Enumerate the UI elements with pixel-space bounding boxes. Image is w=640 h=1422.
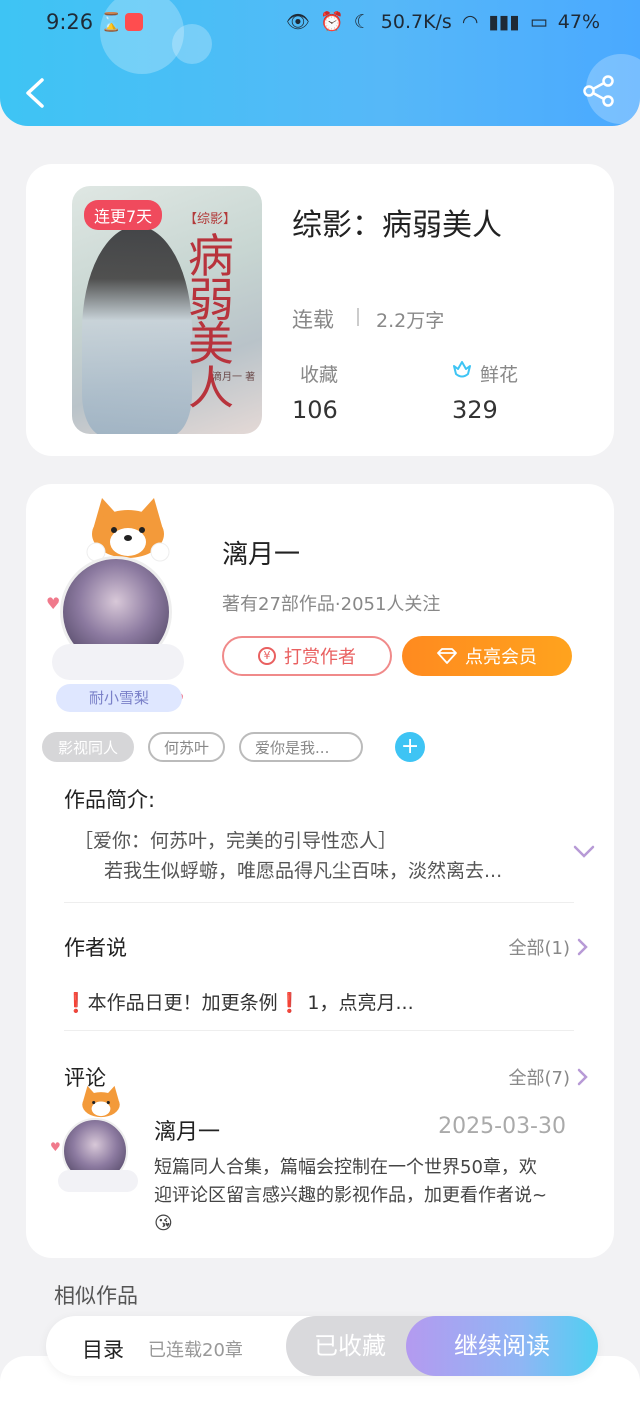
reward-author-button[interactable]: ¥ 打赏作者 — [222, 636, 392, 676]
chapter-count[interactable]: 已连载20章 — [148, 1336, 243, 1362]
corgi-frame-icon — [86, 498, 170, 562]
all-label: 全部(1) — [508, 938, 571, 959]
add-tag-button[interactable]: + — [395, 732, 426, 762]
flower-icon — [453, 361, 471, 378]
chevron-down-icon[interactable] — [572, 844, 596, 860]
tag-list: 影视同人 何苏叶 爱你是我... + — [42, 732, 426, 762]
divider — [64, 902, 574, 903]
favorites-count: 106 — [292, 396, 338, 424]
tag-item[interactable]: 何苏叶 — [148, 732, 226, 762]
top-header: 9:26 ⌛ 👁 ⏰ ☾ 50.7K/s ◠ ▮▮▮ ▭ 47% — [0, 0, 640, 126]
book-cover[interactable]: 连更7天 【综影】 病弱美人 滴月一 著 — [72, 186, 262, 434]
flowers-label: 鲜花 — [480, 364, 519, 386]
commenter-name[interactable]: 漓月一 — [154, 1114, 220, 1146]
cloud-decor — [52, 644, 184, 680]
comment-text[interactable]: 短篇同人合集，篇幅会控制在一个世界50章，欢迎评论区留言感兴趣的影视作品，加更看… — [154, 1154, 554, 1238]
author-avatar-frame[interactable]: ♥ ♥ 耐小雪梨 — [46, 494, 206, 714]
author-says-text-a: 本作品日更！加更条例 — [87, 992, 278, 1014]
corgi-frame-icon — [82, 1085, 120, 1118]
commenter-avatar-frame[interactable]: ♥ — [50, 1082, 146, 1202]
chevron-right-icon — [577, 1068, 588, 1086]
hourglass-icon: ⌛ — [100, 12, 123, 33]
author-says-text[interactable]: ❗本作品日更！加更条例❗ 1，点亮月... — [64, 988, 414, 1015]
book-title: 综影：病弱美人 — [292, 208, 502, 243]
cloud-decor — [58, 1170, 138, 1192]
battery-percent: 47% — [557, 10, 600, 33]
favorites-label: 收藏 — [300, 364, 339, 386]
tag-item[interactable]: 影视同人 — [42, 732, 135, 762]
yen-coin-icon: ¥ — [258, 647, 276, 665]
book-info-card: 连更7天 【综影】 病弱美人 滴月一 著 综影：病弱美人 连载 2.2万字 收藏… — [26, 164, 614, 456]
toc-button[interactable]: 目录 — [82, 1334, 124, 1364]
intro-line-2: 若我生似蜉蝣，唯愿品得凡尘百味，淡然离去... — [104, 860, 503, 882]
author-says-all-link[interactable]: 全部(1) — [509, 934, 589, 960]
serial-status: 连载 — [292, 308, 334, 332]
word-count: 2.2万字 — [376, 310, 445, 332]
update-streak-badge: 连更7天 — [84, 200, 163, 230]
bottom-action-bar: 目录 已连载20章 已收藏 继续阅读 — [46, 1316, 598, 1376]
author-says-text-b: 1，点亮月... — [307, 992, 414, 1014]
heart-icon: ♥ — [50, 1140, 61, 1154]
divider — [64, 1030, 574, 1031]
similar-works-title: 相似作品 — [54, 1284, 138, 1308]
status-time: 9:26 — [46, 10, 94, 34]
exclamation-icon: ❗ — [277, 992, 302, 1014]
author-meta: 著有27部作品·2051人关注 — [222, 594, 441, 615]
diamond-icon — [437, 648, 457, 664]
intro-title: 作品简介: — [64, 788, 156, 812]
tag-item[interactable]: 爱你是我... — [239, 732, 364, 762]
signal-icon: ▮▮▮ — [488, 10, 520, 33]
comment-date: 2025-03-30 — [438, 1114, 566, 1139]
vip-button[interactable]: 点亮会员 — [402, 636, 572, 676]
status-bar: 9:26 ⌛ 👁 ⏰ ☾ 50.7K/s ◠ ▮▮▮ ▭ 47% — [0, 0, 640, 44]
cover-author: 滴月一 著 — [212, 372, 256, 383]
status-icons: 👁 ⏰ ☾ 50.7K/s ◠ ▮▮▮ ▭ 47% — [285, 10, 600, 34]
reward-label: 打赏作者 — [284, 647, 356, 668]
shopping-app-icon — [125, 13, 143, 31]
network-speed: 50.7K/s — [380, 10, 452, 33]
flowers-count: 329 — [452, 396, 498, 424]
details-card: ♥ ♥ 耐小雪梨 漓月一 著有27部作品·2051人关注 ¥ 打赏作者 点亮会员… — [26, 484, 614, 1258]
battery-icon: ▭ — [529, 10, 548, 33]
share-icon[interactable] — [582, 74, 616, 108]
eye-icon: 👁 — [285, 11, 311, 33]
comments-all-link[interactable]: 全部(7) — [509, 1064, 589, 1090]
continue-reading-button[interactable]: 继续阅读 — [406, 1316, 598, 1376]
divider — [357, 308, 359, 326]
vip-label: 点亮会员 — [465, 647, 537, 668]
intro-line-1: ［爱你：何苏叶，完美的引导性恋人］ — [74, 830, 398, 852]
cover-illustration — [82, 226, 192, 434]
moon-icon: ☾ — [353, 10, 371, 33]
cover-title-art: 病弱美人 — [188, 229, 234, 415]
chevron-right-icon — [577, 938, 588, 956]
chevron-left-icon[interactable] — [22, 76, 48, 110]
heart-icon: ♥ — [46, 594, 61, 613]
author-name[interactable]: 漓月一 — [222, 534, 300, 571]
cover-genre: 【综影】 — [184, 212, 237, 227]
author-says-title: 作者说 — [64, 936, 127, 960]
wifi-icon: ◠ — [461, 10, 479, 33]
all-label: 全部(7) — [508, 1068, 571, 1089]
alarm-icon: ⏰ — [320, 11, 344, 33]
fan-badge: 耐小雪梨 — [56, 684, 182, 712]
exclamation-icon: ❗ — [64, 992, 88, 1014]
